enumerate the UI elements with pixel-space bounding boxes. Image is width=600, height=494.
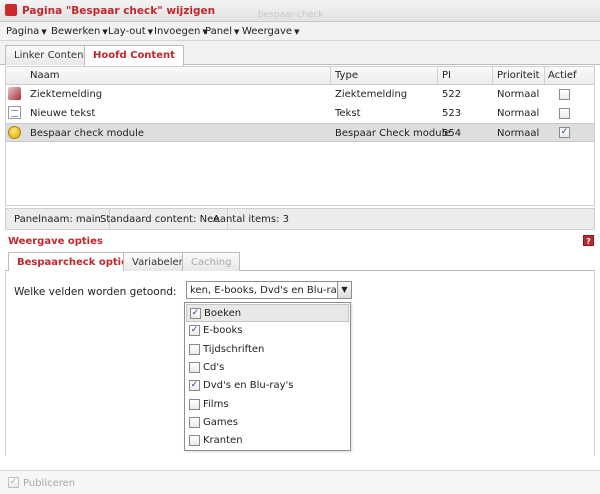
caret-down-icon: ▼ [233, 28, 240, 36]
option-checkbox[interactable]: ✓ [189, 380, 200, 392]
menu-pagina[interactable]: Pagina ▼ [6, 26, 47, 37]
status-aantal-items: Aantal items: 3 [213, 214, 290, 225]
row-prioriteit: Normaal [497, 128, 540, 139]
menu-weergave[interactable]: Weergave ▼ [242, 26, 299, 37]
row-pi: 522 [442, 89, 462, 100]
list-item[interactable]: ✓ E-books [186, 322, 349, 340]
velden-multiselect[interactable]: ken, E-books, Dvd's en Blu-ray's ▼ [186, 281, 352, 299]
caret-down-icon: ▼ [102, 28, 108, 36]
option-checkbox[interactable] [189, 361, 200, 373]
ghost-text: bespaar-check [258, 10, 324, 20]
column-header-type[interactable]: Type [335, 70, 358, 81]
publiceren-label: Publiceren [23, 478, 76, 489]
list-item[interactable]: ✓ Dvd's en Blu-ray's [186, 377, 349, 395]
content-grid: Naam Type PI Prioriteit Actief Ziektemel… [5, 66, 595, 206]
option-checkbox[interactable] [189, 343, 200, 355]
option-checkbox[interactable] [189, 416, 200, 428]
table-row-selected[interactable]: Bespaar check module Bespaar Check modul… [6, 123, 594, 142]
option-label: Tijdschriften [203, 343, 265, 355]
list-item[interactable]: ✓ Boeken [186, 304, 349, 322]
table-row[interactable]: Nieuwe tekst Tekst 523 Normaal [6, 104, 594, 123]
row-prioriteit: Normaal [497, 108, 540, 119]
grid-header: Naam Type PI Prioriteit Actief [6, 67, 594, 85]
column-divider[interactable] [544, 67, 545, 85]
actief-checkbox[interactable]: ✓ [559, 127, 570, 138]
chevron-down-icon[interactable]: ▼ [337, 282, 351, 298]
column-header-actief[interactable]: Actief [548, 70, 577, 81]
row-naam: Nieuwe tekst [30, 108, 96, 119]
option-checkbox[interactable] [189, 435, 200, 447]
options-tabs: Bespaarcheck opties Variabelen Caching [5, 252, 595, 272]
column-header-naam[interactable]: Naam [30, 70, 59, 81]
option-checkbox[interactable]: ✓ [190, 308, 201, 319]
row-naam: Bespaar check module [30, 128, 145, 139]
option-label: Cd's [203, 361, 225, 373]
menu-bewerken[interactable]: Bewerken ▼ [51, 26, 108, 37]
row-pi: 554 [442, 128, 462, 139]
coin-module-icon [8, 126, 21, 139]
caret-down-icon: ▼ [41, 28, 47, 36]
column-divider[interactable] [492, 67, 493, 85]
option-label: Films [203, 398, 229, 410]
velden-dropdown-list: ✓ Boeken ✓ E-books Tijdschriften Cd's ✓ Dvd… [184, 302, 351, 451]
list-item[interactable]: Cd's [186, 359, 349, 377]
row-naam: Ziektemelding [30, 89, 103, 100]
list-item[interactable]: Kranten [186, 432, 349, 450]
tab-hoofd-content[interactable]: Hoofd Content [84, 45, 184, 66]
option-checkbox[interactable] [189, 398, 200, 410]
option-label: Boeken [204, 308, 242, 319]
row-type: Bespaar Check module [335, 128, 451, 139]
menu-bar: Pagina ▼ Bewerken ▼ Lay-out ▼ Invoegen ▼ Pan… [0, 22, 600, 41]
section-title: Weergave opties [8, 236, 103, 247]
option-label: E-books [203, 325, 243, 337]
velden-value: ken, E-books, Dvd's en Blu-ray's [190, 285, 351, 296]
tab-caching: Caching [182, 252, 241, 271]
caret-down-icon: ▼ [294, 28, 300, 36]
footer-bar: ✓ Publiceren [0, 470, 600, 494]
column-header-pi[interactable]: PI [442, 70, 451, 81]
option-label: Games [203, 416, 238, 428]
row-type: Tekst [335, 108, 361, 119]
text-document-icon [8, 106, 21, 119]
app-logo-icon [5, 4, 17, 16]
column-divider[interactable] [437, 67, 438, 85]
actief-checkbox[interactable] [559, 89, 570, 100]
column-header-prioriteit[interactable]: Prioriteit [497, 70, 540, 81]
row-type: Ziektemelding [335, 89, 408, 100]
help-icon[interactable]: ? [583, 235, 594, 246]
list-item[interactable]: Films [186, 396, 349, 414]
row-prioriteit: Normaal [497, 89, 540, 100]
table-row[interactable]: Ziektemelding Ziektemelding 522 Normaal [6, 85, 594, 104]
menu-lay-out[interactable]: Lay-out ▼ [108, 26, 153, 37]
tab-linker-content[interactable]: Linker Content [5, 45, 97, 65]
velden-label: Welke velden worden getoond: [14, 286, 177, 298]
sick-report-icon [8, 87, 21, 100]
list-item[interactable]: Games [186, 414, 349, 432]
option-label: Dvd's en Blu-ray's [203, 380, 294, 392]
list-item[interactable]: Tijdschriften [186, 341, 349, 359]
row-pi: 523 [442, 108, 462, 119]
panel-status-bar: Panelnaam: main Standaard content: Nee A… [5, 208, 595, 230]
menu-invoegen[interactable]: Invoegen ▼ [154, 26, 208, 37]
option-checkbox[interactable]: ✓ [189, 325, 200, 337]
publiceren-checkbox: ✓ [8, 477, 19, 488]
window-title: Pagina "Bespaar check" wijzigen [22, 5, 216, 17]
weergave-opties-header: Weergave opties ? [0, 231, 600, 251]
option-label: Kranten [203, 435, 243, 447]
menu-panel[interactable]: Panel ▼ [205, 26, 239, 37]
caret-down-icon: ▼ [147, 28, 154, 36]
title-bar: Pagina "Bespaar check" wijzigen bespaar-… [0, 0, 600, 22]
actief-checkbox[interactable] [559, 108, 570, 119]
column-divider[interactable] [330, 67, 331, 85]
content-tabs: Linker Content Hoofd Content [0, 41, 600, 66]
